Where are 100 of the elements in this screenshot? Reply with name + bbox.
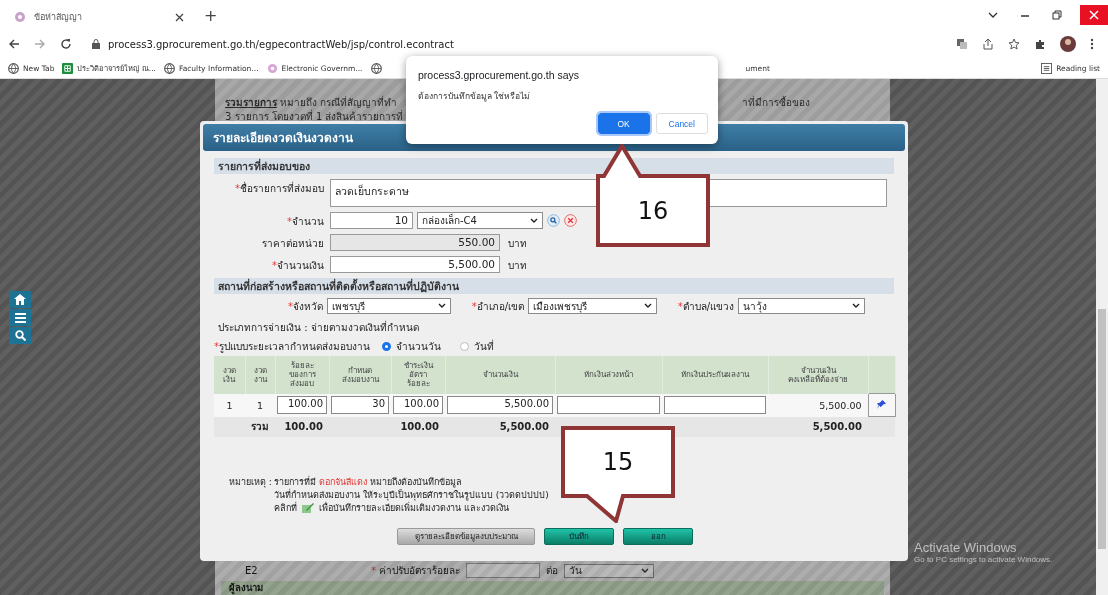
caret-icon [530,217,538,224]
total-cell: 5,500.00 [499,421,549,433]
column-header: งวด งาน [245,356,275,394]
translate-icon[interactable] [956,38,968,50]
caret-icon [644,303,652,309]
location-select[interactable]: เมืองเพชรบุรี [528,298,657,314]
cell-input[interactable]: 100.00 [393,396,443,414]
note-text: วันที่กำหนดส่งมอบงาน ให้ระบุปีเป็นพุทธศักราชในรูปแบบ (ววดดปปปป) [273,488,549,501]
reading-list-icon [1041,62,1053,74]
column-header: กำหนด ส่งมอบงาน [329,356,391,394]
total-cell: 5,500.00 [812,421,862,433]
column-header: จำนวนเงิน [445,356,555,394]
note-text: คลิกที่ [273,501,297,515]
total-cell: 100.00 [284,421,323,433]
section-heading: ผู้ลงนาม [221,581,884,595]
column-header: ชำระเงิน อัตรา ร้อยละ [391,356,445,394]
menu-icon [14,312,26,323]
location-select[interactable]: เพชรบุรี [327,298,451,314]
home-button[interactable] [9,291,31,308]
table-cell: 1 [256,399,263,411]
cell-input[interactable]: 5,500.00 [447,396,553,414]
search-icon[interactable] [547,214,560,227]
location-select[interactable]: นาวุ้ง [738,298,865,314]
cell-input[interactable]: 100.00 [277,396,327,414]
field-label: *อำเภอ/เขต [470,299,525,314]
address-bar[interactable]: process3.gprocurement.go.th/egpecontractWeb/jsp/control.econtract [86,33,942,55]
chevron-down-icon[interactable] [988,11,998,19]
site-icon [14,11,26,23]
caret-icon [641,567,650,574]
share-icon[interactable] [982,38,994,50]
close-icon[interactable] [175,12,184,22]
activation-notice: Activate Windows [914,540,1018,555]
back-icon[interactable] [8,38,20,50]
scrollbar[interactable] [1096,79,1108,595]
puzzle-icon[interactable] [1034,38,1046,50]
budget-details-button[interactable]: ดูรายละเอียดข้อมูลงบประมาณ [397,528,535,545]
radio-option[interactable]: วันที่ [460,339,526,354]
alert-message: ต้องการบันทึกข้อมูล ใช่หรือไม่ [418,90,532,103]
restore-icon[interactable] [1052,10,1062,20]
unit-select[interactable]: วัน [564,563,655,578]
column-header: หักเงินล่วงหน้า [555,356,662,394]
section-heading: รายการที่ส่งมอบของ [214,158,894,174]
note-text: รายการที่มี ดอกจันสีแดง หมายถึงต้องบันทึกข้อมูล [273,475,462,489]
section-heading: สถานที่ก่อสร้างหรือสถานที่ติดตั้งหรือสถานที่ปฏิบัติงาน [214,278,894,294]
globe-icon [8,62,19,74]
table-cell: 5,500.00 [819,399,862,411]
field-label: ราคาต่อหน่วย [261,237,325,251]
field-label: *ชื่อรายการที่ส่งมอบ [234,180,325,196]
search-icon [14,330,26,341]
activation-hint: Go to PC settings to activate Windows. [914,555,1053,564]
home-icon [14,294,26,305]
search-button[interactable] [9,327,31,344]
url-text: process3.gprocurement.go.th/egpecontractWeb/jsp/control.econtract [108,38,454,50]
action-button[interactable]: ออก [623,528,693,545]
menu-button[interactable] [9,309,31,326]
background-text: รวมรายการ หมายถึง กรณีที่สัญญาที่ทำ [225,95,398,109]
background-text: าที่มีการซื้อของ [742,95,810,109]
currency-label: บาท [508,237,527,251]
action-button[interactable]: บันทึก [544,528,614,545]
caret-icon [438,303,446,309]
flower-icon [266,62,278,74]
radio-option[interactable]: จำนวนวัน [382,339,448,354]
globe-icon [370,62,382,74]
cell-input[interactable]: 30 [331,396,389,414]
currency-label: บาท [508,259,527,273]
tab-title: ข้อห่าสัญญา [34,11,83,24]
pin-icon[interactable] [876,398,887,410]
caret-icon [852,303,860,309]
field-label: *จำนวนเงิน [271,259,325,273]
total-cell: 100.00 [400,421,439,433]
table-cell: 1 [226,399,233,411]
amount-field[interactable]: 5,500.00 [330,256,500,273]
column-header: หักเงินประกันผลงาน [662,356,768,394]
callout-number: 15 [602,448,634,476]
close-icon [1089,10,1099,20]
ok-button[interactable]: OK [597,113,650,134]
background-text: E2 [245,565,259,576]
field-label: *ตำบล/แขวง [676,299,735,314]
penalty-input[interactable] [466,563,541,578]
reload-icon[interactable] [60,38,72,50]
menu-dots-icon[interactable] [1090,38,1094,50]
quantity-field[interactable]: 10 [330,212,413,229]
field-label: *จำนวน [286,215,325,229]
globe-icon [164,62,175,74]
avatar-icon[interactable] [1060,36,1076,52]
clear-icon[interactable] [564,214,577,227]
spreadsheet-icon [62,62,74,74]
column-header: งวด เงิน [214,356,245,394]
callout-number: 16 [637,196,669,225]
total-cell: รวม [251,421,269,433]
unit-select[interactable]: กล่องเล็ก-C4 [417,212,543,229]
alert-title: process3.gprocurement.go.th says [418,69,581,81]
column-header: จำนวนเงิน คงเหลือที่ต้องจ่าย [768,356,868,394]
window-close-button[interactable] [1080,5,1108,25]
unit-price-field: 550.00 [330,234,500,251]
new-tab-button[interactable]: + [200,5,222,25]
field-label: *จังหวัด [287,299,324,314]
field-label: ต่อ [546,564,559,578]
star-icon[interactable] [1008,38,1020,50]
cancel-button[interactable]: Cancel [655,113,708,134]
